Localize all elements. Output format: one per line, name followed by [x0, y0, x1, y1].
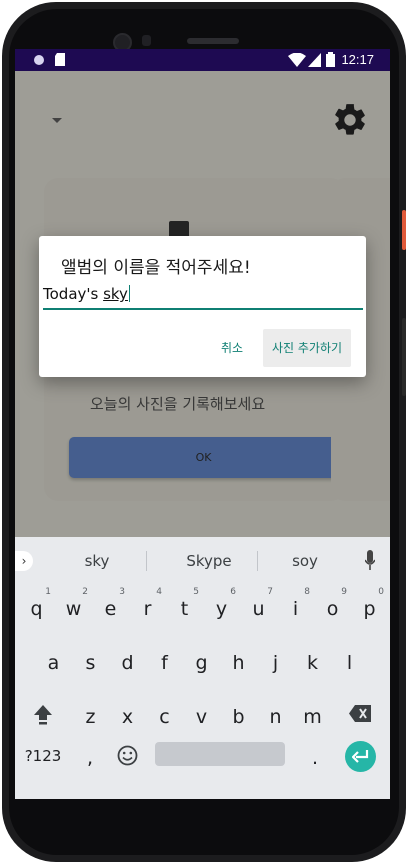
suggestion-1[interactable]: sky	[57, 552, 137, 570]
key-hint: 7	[267, 587, 273, 597]
backspace-icon[interactable]	[349, 705, 371, 722]
record-icon	[34, 55, 44, 65]
power-button	[402, 318, 406, 396]
period-key[interactable]: .	[300, 740, 330, 776]
shift-icon[interactable]	[32, 703, 54, 725]
key-hint: 0	[378, 587, 384, 597]
suggestion-divider	[146, 551, 147, 571]
key-l[interactable]: l	[331, 645, 368, 681]
key-w[interactable]: w2	[55, 587, 92, 627]
key-t[interactable]: t5	[166, 587, 203, 627]
proximity-sensor	[142, 35, 151, 46]
suggestion-strip: › sky Skype soy	[15, 537, 390, 584]
key-c[interactable]: c	[146, 699, 183, 735]
key-label: e	[104, 598, 117, 620]
wifi-icon	[288, 53, 306, 67]
key-label: w	[65, 598, 82, 620]
suggestion-3[interactable]: soy	[265, 552, 345, 570]
key-hint: 8	[304, 587, 310, 597]
symbols-key[interactable]: ?123	[21, 738, 65, 774]
enter-key[interactable]	[345, 741, 376, 772]
key-hint: 3	[119, 587, 125, 597]
key-label: u	[252, 598, 265, 620]
key-hint: 5	[193, 587, 199, 597]
key-label: y	[215, 598, 228, 620]
key-label: p	[363, 598, 376, 620]
key-d[interactable]: d	[109, 645, 146, 681]
key-j[interactable]: j	[257, 645, 294, 681]
key-e[interactable]: e3	[92, 587, 129, 627]
key-p[interactable]: p0	[351, 587, 388, 627]
key-m[interactable]: m	[294, 699, 331, 735]
key-y[interactable]: y6	[203, 587, 240, 627]
key-a[interactable]: a	[35, 645, 72, 681]
status-bar: 12:17	[15, 49, 390, 71]
input-value: Today's sky	[43, 285, 131, 303]
key-i[interactable]: i8	[277, 587, 314, 627]
key-u[interactable]: u7	[240, 587, 277, 627]
emoji-icon[interactable]	[117, 745, 138, 766]
key-label: i	[292, 598, 299, 620]
soft-keyboard: › sky Skype soy q1w2e3r4t5y6u7i8o9p0 asd…	[15, 537, 390, 799]
comma-key[interactable]: ,	[75, 740, 105, 776]
key-h[interactable]: h	[220, 645, 257, 681]
cancel-button[interactable]: 취소	[209, 329, 255, 367]
key-b[interactable]: b	[220, 699, 257, 735]
dialog-title: 앨범의 이름을 적어주세요!	[61, 258, 251, 278]
key-x[interactable]: x	[109, 699, 146, 735]
key-q[interactable]: q1	[18, 587, 55, 627]
key-n[interactable]: n	[257, 699, 294, 735]
expand-toolbar-icon[interactable]: ›	[15, 551, 33, 571]
key-s[interactable]: s	[72, 645, 109, 681]
key-label: q	[30, 598, 43, 620]
earpiece-speaker	[187, 38, 239, 44]
key-r[interactable]: r4	[129, 587, 166, 627]
text-caret	[128, 285, 131, 302]
volume-button	[402, 210, 406, 250]
input-text-prefix: Today's	[43, 285, 104, 303]
key-f[interactable]: f	[146, 645, 183, 681]
key-label: r	[143, 598, 152, 620]
key-v[interactable]: v	[183, 699, 220, 735]
input-text-composing: sky	[103, 285, 128, 303]
key-label: t	[180, 598, 189, 620]
sd-card-icon	[55, 53, 65, 66]
key-hint: 6	[230, 587, 236, 597]
add-photo-button[interactable]: 사진 추가하기	[263, 329, 351, 367]
key-k[interactable]: k	[294, 645, 331, 681]
battery-icon	[326, 52, 335, 67]
key-hint: 9	[341, 587, 347, 597]
enter-icon	[352, 750, 369, 763]
space-key[interactable]	[155, 742, 285, 766]
key-hint: 4	[156, 587, 162, 597]
key-o[interactable]: o9	[314, 587, 351, 627]
key-g[interactable]: g	[183, 645, 220, 681]
suggestion-divider	[257, 551, 258, 571]
device-screen: 12:17 오늘의 사진을 기록해보세요 OK 앨범의 이름을 적어주세요! T…	[15, 49, 390, 799]
key-hint: 1	[45, 587, 51, 597]
cell-signal-icon	[308, 53, 321, 67]
album-name-dialog: 앨범의 이름을 적어주세요! Today's sky 취소 사진 추가하기	[39, 236, 366, 377]
suggestion-2[interactable]: Skype	[161, 552, 257, 570]
key-hint: 2	[82, 587, 88, 597]
status-time: 12:17	[341, 52, 374, 67]
key-z[interactable]: z	[72, 699, 109, 735]
album-name-input[interactable]: Today's sky	[43, 282, 363, 310]
key-label: o	[326, 598, 339, 620]
microphone-icon[interactable]	[365, 550, 375, 572]
